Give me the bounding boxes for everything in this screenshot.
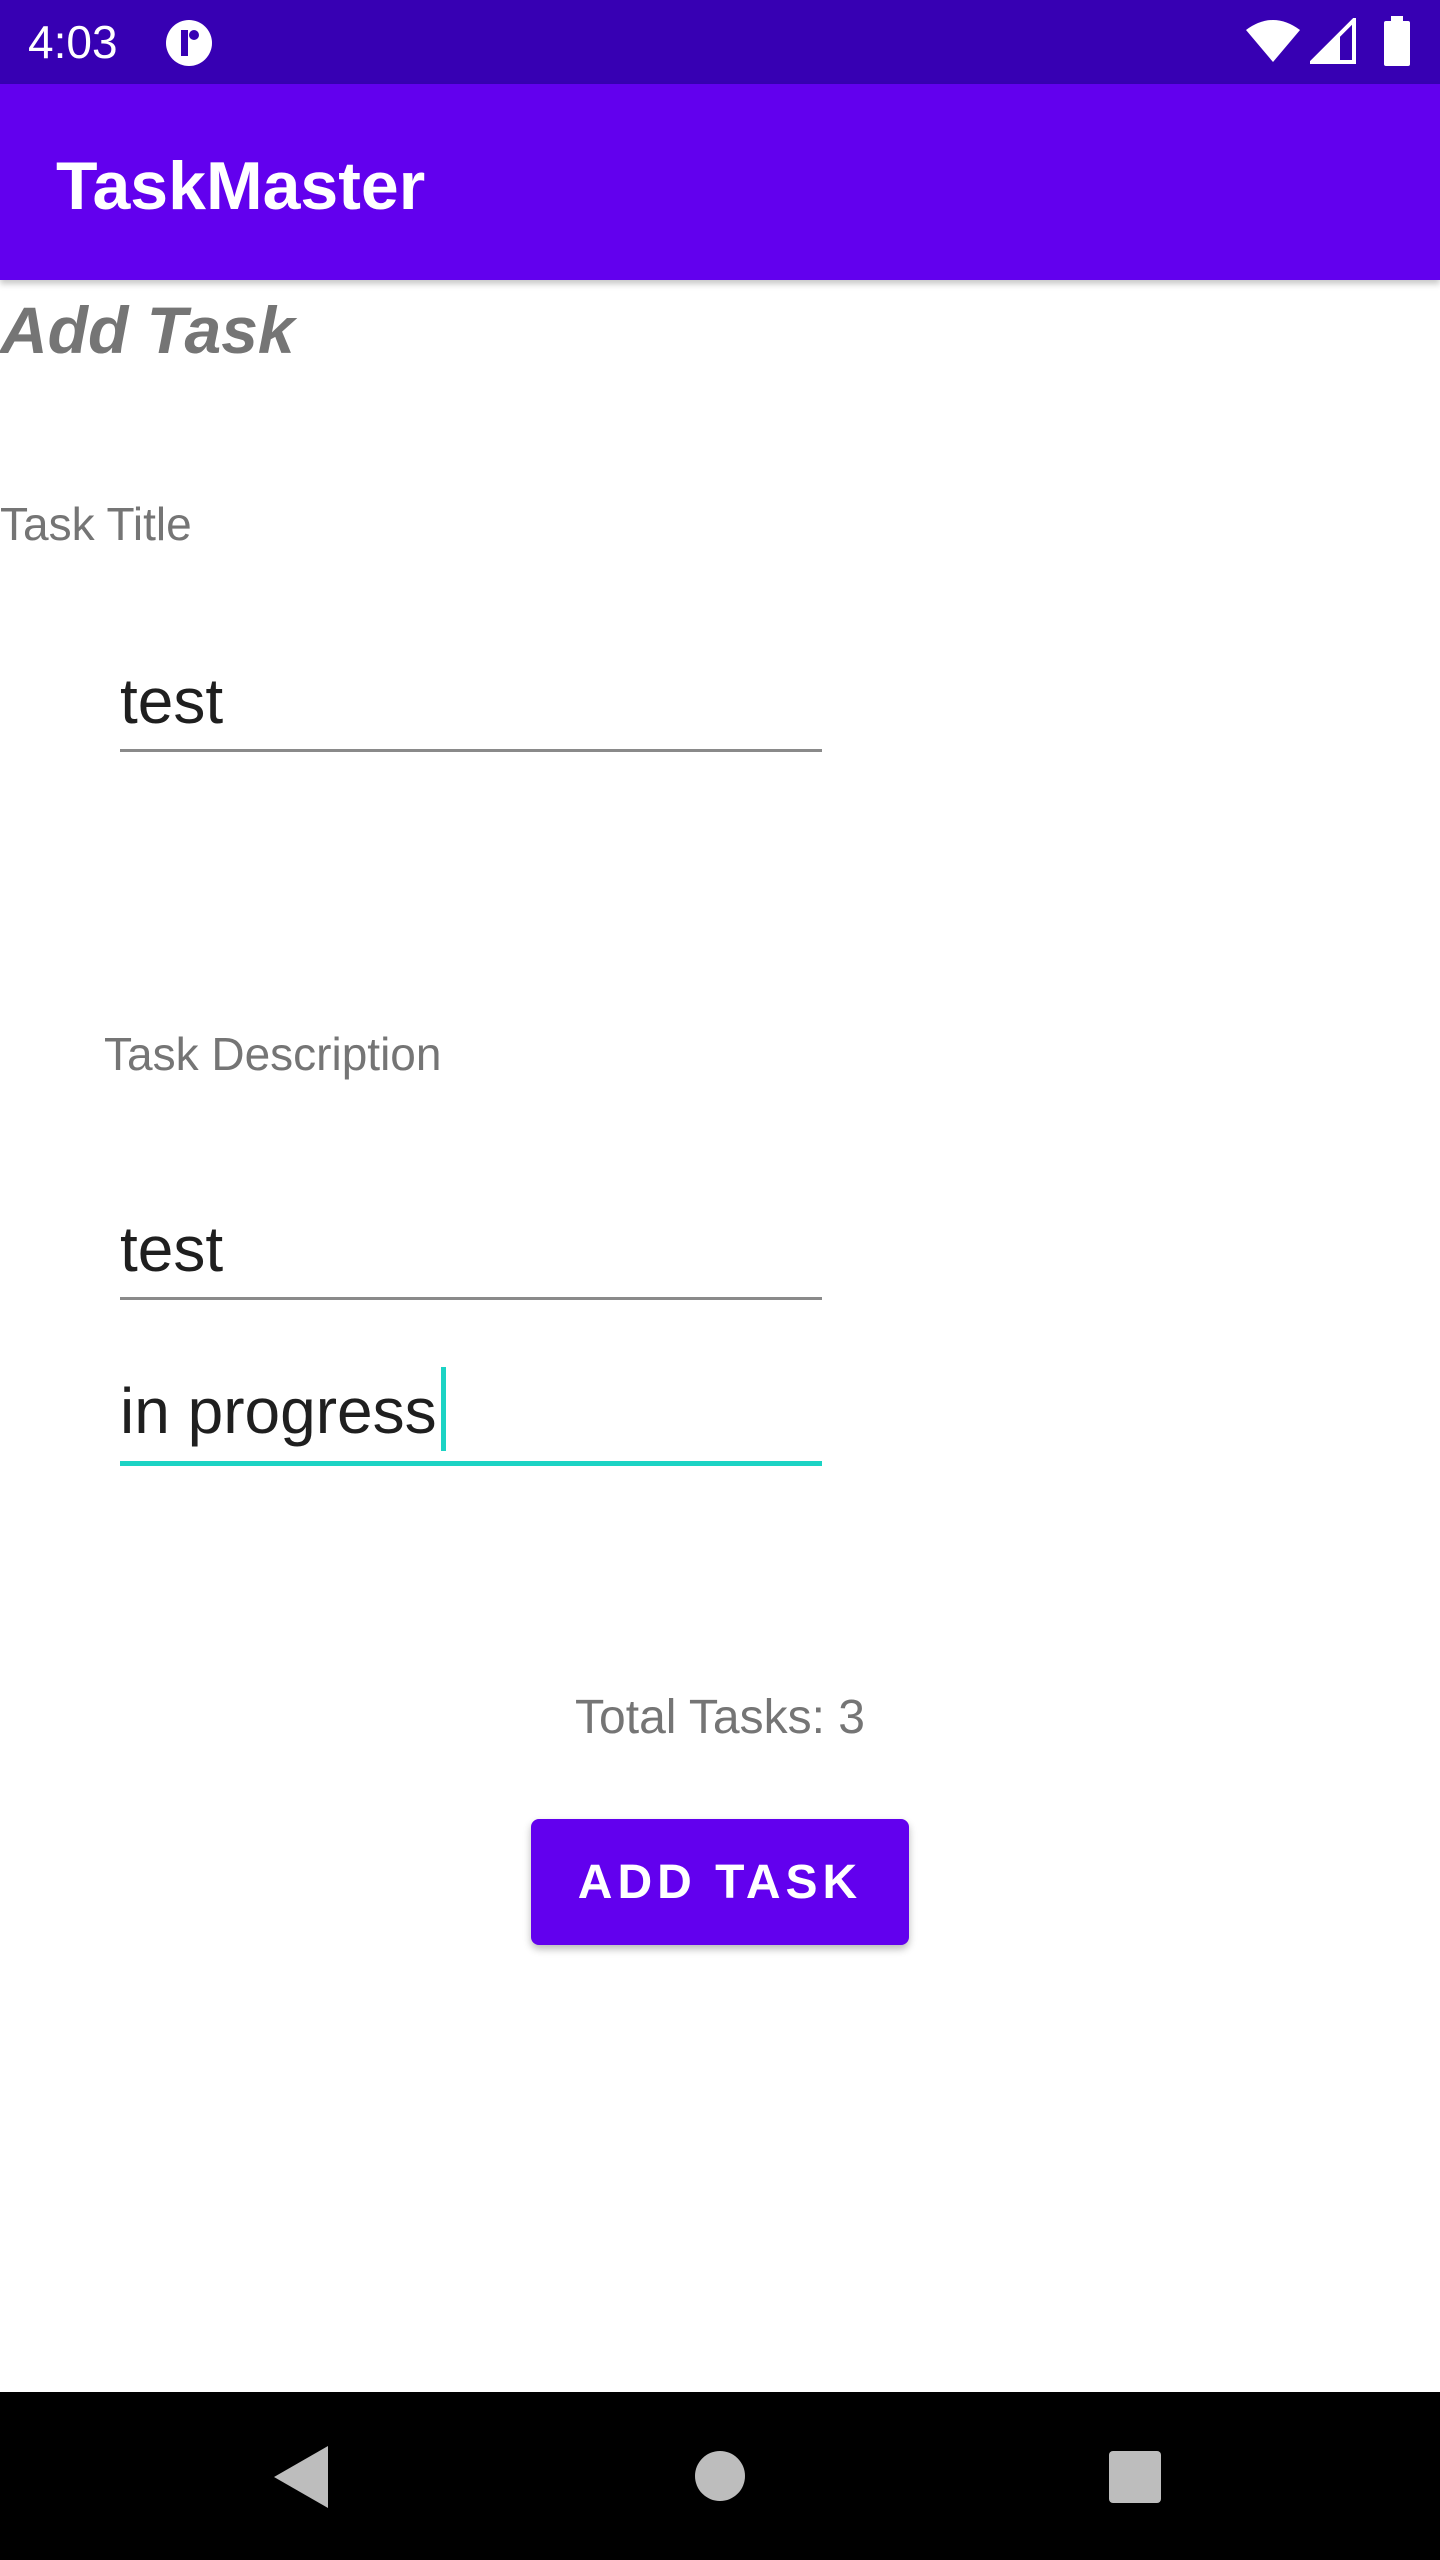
total-tasks-count: Total Tasks: 3	[575, 1691, 865, 1744]
task-title-input[interactable]: test	[120, 652, 822, 752]
recents-icon[interactable]	[1108, 2450, 1162, 2504]
app-bar: TaskMaster	[0, 84, 1440, 280]
task-title-label: Task Title	[0, 498, 192, 550]
wifi-icon	[1246, 20, 1300, 62]
task-description-input[interactable]: test	[120, 1200, 822, 1300]
app-notification-icon	[166, 20, 212, 66]
navigation-bar	[0, 2392, 1440, 2560]
text-cursor	[440, 1367, 446, 1451]
task-status-input[interactable]: in progress	[120, 1360, 822, 1466]
home-icon[interactable]	[694, 2450, 746, 2502]
status-time: 4:03	[28, 16, 118, 68]
back-icon[interactable]	[272, 2444, 330, 2510]
status-bar: 4:03	[0, 0, 1440, 84]
task-title-value: test	[120, 665, 224, 737]
add-task-button[interactable]: ADD TASK	[531, 1819, 909, 1945]
task-description-value: test	[120, 1213, 224, 1285]
cell-signal-icon	[1310, 18, 1356, 64]
app-title: TaskMaster	[56, 148, 426, 224]
task-status-value-wrap: in progress	[120, 1367, 446, 1451]
task-status-value: in progress	[120, 1375, 437, 1447]
battery-icon	[1384, 16, 1410, 66]
page-heading: Add Task	[0, 293, 295, 367]
task-description-label: Task Description	[104, 1028, 442, 1080]
